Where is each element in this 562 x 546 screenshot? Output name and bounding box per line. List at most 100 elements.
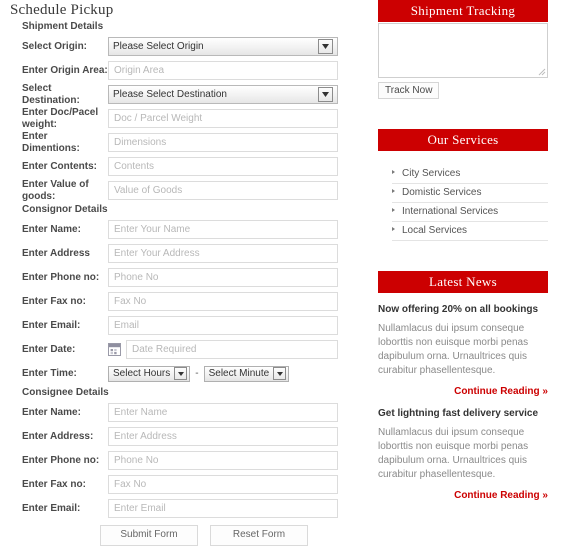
news-item-title: Get lightning fast delivery service (378, 408, 539, 419)
our-services-header: Our Services (378, 129, 548, 151)
input-consignor-name[interactable] (108, 220, 338, 239)
label-select-destination: Select Destination: (22, 82, 80, 106)
label-time: Enter Time: (22, 367, 77, 379)
our-services-panel: Our Services City Services Domistic Serv… (378, 129, 548, 241)
label-doc-weight: Enter Doc/Pacel weight: (22, 106, 99, 130)
form-row-consignor-fax: Enter Fax no: (0, 290, 360, 313)
label-consignor-email: Enter Email: (22, 319, 81, 331)
input-date[interactable] (126, 340, 338, 359)
service-item-city[interactable]: City Services (392, 165, 548, 184)
track-now-button[interactable]: Track Now (378, 82, 440, 99)
shipment-tracking-panel: Shipment Tracking Track Now (378, 0, 548, 99)
page-root: Schedule Pickup Shipment Details Select … (0, 0, 562, 546)
select-destination[interactable]: Please Select Destination (108, 85, 338, 104)
news-item-body: Nullamlacus dui ipsum conseque loborttis… (378, 427, 529, 480)
form-row-origin-area: Enter Origin Area: (0, 59, 360, 82)
input-consignor-address[interactable] (108, 244, 338, 263)
label-consignee-address: Enter Address: (22, 430, 94, 442)
service-item-label: International Services (402, 206, 499, 217)
input-consignor-email[interactable] (108, 316, 338, 335)
label-consignor-name: Enter Name: (22, 223, 81, 235)
input-consignee-email[interactable] (108, 499, 338, 518)
form-row-dimensions: Enter Dimentions: (0, 131, 360, 154)
reset-form-button[interactable]: Reset Form (210, 525, 308, 546)
input-value-of-goods[interactable] (108, 181, 338, 200)
shipment-tracking-header: Shipment Tracking (378, 0, 548, 22)
news-item-body: Nullamlacus dui ipsum conseque loborttis… (378, 323, 529, 376)
select-minutes[interactable]: Select Minute (203, 365, 290, 382)
tracking-textarea[interactable] (379, 24, 547, 77)
label-consignee-name: Enter Name: (22, 406, 81, 418)
submit-form-button[interactable]: Submit Form (100, 525, 198, 546)
latest-news-header: Latest News (378, 271, 548, 293)
label-contents: Enter Contents: (22, 160, 97, 172)
label-consignor-fax: Enter Fax no: (22, 295, 86, 307)
continue-reading-link[interactable]: Continue Reading » (378, 490, 548, 501)
label-origin-area: Enter Origin Area: (22, 64, 108, 76)
services-list: City Services Domistic Services Internat… (378, 165, 548, 241)
chevron-down-icon[interactable] (174, 367, 188, 380)
label-consignor-address: Enter Address (22, 247, 90, 259)
time-separator: - (195, 368, 199, 379)
select-hours-value: Select Hours (113, 368, 171, 379)
label-consignee-email: Enter Email: (22, 502, 81, 514)
news-item: Now offering 20% on all bookings Nullaml… (378, 304, 548, 397)
input-consignee-address[interactable] (108, 427, 338, 446)
bullet-icon (392, 170, 395, 174)
calendar-icon[interactable] (108, 343, 121, 356)
continue-reading-link[interactable]: Continue Reading » (378, 386, 548, 397)
bullet-icon (392, 227, 395, 231)
service-item-label: Domistic Services (402, 187, 482, 198)
form-row-consignee-fax: Enter Fax no: (0, 473, 360, 496)
form-row-consignee-address: Enter Address: (0, 425, 360, 448)
chevron-down-icon[interactable] (273, 367, 287, 380)
input-dimensions[interactable] (108, 133, 338, 152)
select-hours[interactable]: Select Hours (108, 365, 191, 382)
form-row-contents: Enter Contents: (0, 155, 360, 178)
select-origin[interactable]: Please Select Origin (108, 37, 338, 56)
select-origin-value: Please Select Origin (113, 41, 204, 52)
service-item-international[interactable]: International Services (392, 203, 548, 222)
form-row-consignor-name: Enter Name: (0, 218, 360, 241)
bullet-icon (392, 189, 395, 193)
label-date: Enter Date: (22, 343, 76, 355)
consignee-details-heading: Consignee Details (22, 387, 109, 398)
sidebar: Shipment Tracking Track Now Our Services… (378, 0, 548, 501)
input-doc-weight[interactable] (108, 109, 338, 128)
label-dimensions: Enter Dimentions: (22, 130, 80, 154)
label-consignee-phone: Enter Phone no: (22, 454, 100, 466)
bullet-icon (392, 208, 395, 212)
label-value-of-goods: Enter Value of goods: (22, 178, 89, 202)
news-item: Get lightning fast delivery service Null… (378, 408, 548, 501)
input-consignor-phone[interactable] (108, 268, 338, 287)
form-row-consignor-address: Enter Address (0, 242, 360, 265)
form-row-consignee-phone: Enter Phone no: (0, 449, 360, 472)
input-contents[interactable] (108, 157, 338, 176)
input-consignee-phone[interactable] (108, 451, 338, 470)
chevron-down-icon[interactable] (318, 87, 333, 102)
input-origin-area[interactable] (108, 61, 338, 80)
form-row-select-origin: Select Origin: Please Select Origin (0, 35, 360, 58)
form-row-select-destination: Select Destination: Please Select Destin… (0, 83, 360, 106)
form-actions: Submit Form Reset Form (0, 525, 360, 546)
input-consignee-name[interactable] (108, 403, 338, 422)
form-row-date: Enter Date: (0, 338, 360, 361)
consignor-details-heading: Consignor Details (22, 204, 108, 215)
page-title: Schedule Pickup (10, 2, 114, 18)
form-row-value-of-goods: Enter Value of goods: (0, 179, 360, 202)
label-consignor-phone: Enter Phone no: (22, 271, 100, 283)
form-row-consignor-email: Enter Email: (0, 314, 360, 337)
input-consignee-fax[interactable] (108, 475, 338, 494)
label-consignee-fax: Enter Fax no: (22, 478, 86, 490)
label-select-origin: Select Origin: (22, 40, 88, 52)
service-item-domestic[interactable]: Domistic Services (392, 184, 548, 203)
service-item-local[interactable]: Local Services (392, 222, 548, 241)
shipment-details-heading: Shipment Details (22, 21, 104, 32)
resize-grip-icon[interactable] (537, 67, 546, 76)
schedule-pickup-form: Schedule Pickup Shipment Details Select … (0, 0, 360, 546)
input-consignor-fax[interactable] (108, 292, 338, 311)
chevron-down-icon[interactable] (318, 39, 333, 54)
latest-news-panel: Latest News Now offering 20% on all book… (378, 271, 548, 501)
select-minutes-value: Select Minute (208, 368, 270, 379)
form-row-time: Enter Time: Select Hours - Select Minute (0, 362, 360, 385)
